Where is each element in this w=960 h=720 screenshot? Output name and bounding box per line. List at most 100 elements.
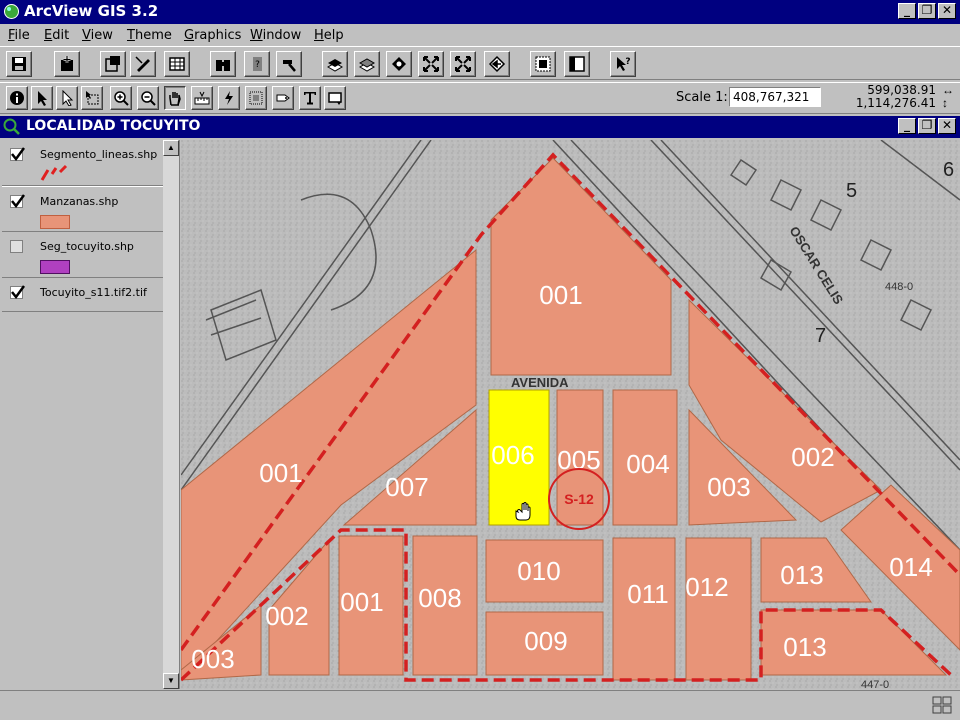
zoom-previous-button[interactable]: [484, 51, 510, 77]
help-cursor-icon: ?: [617, 57, 631, 71]
zoom-selected-icon: [392, 57, 406, 71]
scroll-up-arrow-icon[interactable]: ▲: [163, 140, 179, 156]
find-button[interactable]: [210, 51, 236, 77]
svg-text:?: ?: [255, 60, 260, 70]
open-table-button[interactable]: [164, 51, 190, 77]
add-theme-button[interactable]: [54, 51, 80, 77]
resize-grip-icon: [932, 696, 952, 714]
menu-edit[interactable]: Edit: [44, 28, 69, 43]
pan-tool[interactable]: [164, 86, 186, 110]
visibility-checkbox[interactable]: [10, 194, 25, 209]
clear-selection-button[interactable]: [354, 51, 380, 77]
scale-input[interactable]: 408,767,321: [729, 87, 821, 107]
toc-item-seg-tocuyito[interactable]: Seg_tocuyito.shp: [2, 232, 164, 278]
table-icon: [169, 57, 185, 71]
draw-rectangle-tool[interactable]: [324, 86, 346, 110]
menu-graphics[interactable]: Graphics: [184, 28, 241, 43]
layers-clear-icon: [358, 58, 376, 72]
label-block-004: 004: [626, 449, 669, 479]
toc-item-manzanas[interactable]: Manzanas.shp: [2, 186, 164, 232]
vertex-edit-tool[interactable]: [56, 86, 78, 110]
menu-help[interactable]: Help: [314, 28, 344, 43]
menu-bar: File Edit View Theme Graphics Window Hel…: [0, 24, 960, 46]
label-block-003-right: 003: [707, 472, 750, 502]
select-features-button[interactable]: [322, 51, 348, 77]
restore-button[interactable]: ❐: [918, 3, 936, 19]
view-close-button[interactable]: ✕: [938, 118, 956, 134]
label-block-010: 010: [517, 556, 560, 586]
toc-scrollbar[interactable]: ▲ ▼: [163, 140, 179, 689]
map-canvas[interactable]: AVENIDA OSCAR CELIS 5 7 6 448-0 447-0 00…: [181, 140, 960, 689]
menu-view[interactable]: View: [82, 28, 113, 43]
red-dashed-line-symbol: [40, 164, 68, 181]
info-icon: [10, 91, 24, 105]
query-builder-button[interactable]: ?: [244, 51, 270, 77]
locate-address-button[interactable]: [276, 51, 302, 77]
menu-theme[interactable]: Theme: [127, 28, 172, 43]
visibility-checkbox[interactable]: [10, 285, 25, 300]
save-project-button[interactable]: [6, 51, 32, 77]
help-pointer-button[interactable]: ?: [610, 51, 636, 77]
view-restore-button[interactable]: ❐: [918, 118, 936, 134]
zoom-to-themes-button[interactable]: [450, 51, 476, 77]
pencil-icon: [135, 56, 150, 72]
view-window-controls: _ ❐ ✕: [898, 118, 956, 134]
label-block-001-left: 001: [259, 458, 302, 488]
salmon-fill-symbol: [40, 215, 70, 229]
map-text-6: 6: [943, 159, 954, 181]
visibility-checkbox[interactable]: [10, 240, 23, 253]
label-block-007: 007: [385, 472, 428, 502]
block-012[interactable]: [685, 537, 752, 681]
toc-item-segmento-lineas[interactable]: Segmento_lineas.shp: [2, 140, 164, 186]
minimize-button[interactable]: _: [898, 3, 916, 19]
zoom-to-selected-button[interactable]: [386, 51, 412, 77]
menu-window[interactable]: Window: [250, 28, 301, 43]
measure-tool[interactable]: [191, 86, 213, 110]
vertical-arrow-icon: ↕: [942, 96, 948, 110]
arrow-pointer-icon: [38, 91, 47, 106]
query-icon: ?: [253, 57, 262, 71]
pointer-tool[interactable]: [31, 86, 53, 110]
area-of-interest-tool[interactable]: [245, 86, 267, 110]
app-window-controls: _ ❐ ✕: [898, 3, 956, 19]
theme-list: Segmento_lineas.shp Manzanas.shp Seg_toc…: [2, 140, 164, 689]
table-of-contents: Segmento_lineas.shp Manzanas.shp Seg_toc…: [2, 140, 180, 689]
label-block-005: 005: [557, 445, 600, 475]
block-011[interactable]: [612, 537, 676, 681]
select-box-icon: [86, 91, 99, 105]
view-minimize-button[interactable]: _: [898, 118, 916, 134]
tool-bar: Scale 1: 408,767,321 599,038.91 1,114,27…: [0, 82, 960, 114]
close-button[interactable]: ✕: [938, 3, 956, 19]
coord-y: 1,114,276.41: [855, 96, 936, 110]
checkmark-icon: [11, 194, 25, 209]
label-block-008: 008: [418, 583, 461, 613]
menu-file[interactable]: File: [8, 28, 30, 43]
lightning-icon: [225, 91, 233, 105]
full-extent-icon: [423, 56, 439, 72]
visibility-checkbox[interactable]: [10, 147, 25, 162]
zoom-to-full-extent-button[interactable]: [418, 51, 444, 77]
theme-properties-button[interactable]: [100, 51, 126, 77]
view-title-bar: LOCALIDAD TOCUYITO _ ❐ ✕: [0, 116, 960, 138]
layers-icon: [326, 59, 344, 72]
show-table-button[interactable]: [564, 51, 590, 77]
label-block-013-upper: 013: [780, 560, 823, 590]
identify-tool[interactable]: [6, 86, 28, 110]
label-block-003-bottom: 003: [191, 644, 234, 674]
select-feature-tool[interactable]: [81, 86, 103, 110]
toc-item-tocuyito-image[interactable]: Tocuyito_s11.tif2.tif: [2, 278, 164, 312]
label-tag-icon: [276, 94, 290, 102]
label-block-001-top: 001: [539, 280, 582, 310]
zoom-out-tool[interactable]: [137, 86, 159, 110]
zoom-in-icon: [114, 91, 129, 106]
scroll-down-arrow-icon[interactable]: ▼: [163, 673, 179, 689]
zoom-in-tool[interactable]: [110, 86, 132, 110]
text-tool[interactable]: [299, 86, 321, 110]
map-view[interactable]: AVENIDA OSCAR CELIS 5 7 6 448-0 447-0 00…: [181, 140, 960, 689]
checkmark-icon: [11, 147, 25, 162]
edit-legend-button[interactable]: [130, 51, 156, 77]
label-tool[interactable]: [272, 86, 294, 110]
hotlink-tool[interactable]: [218, 86, 240, 110]
create-layout-button[interactable]: [530, 51, 556, 77]
hollow-pointer-icon: [62, 90, 74, 106]
